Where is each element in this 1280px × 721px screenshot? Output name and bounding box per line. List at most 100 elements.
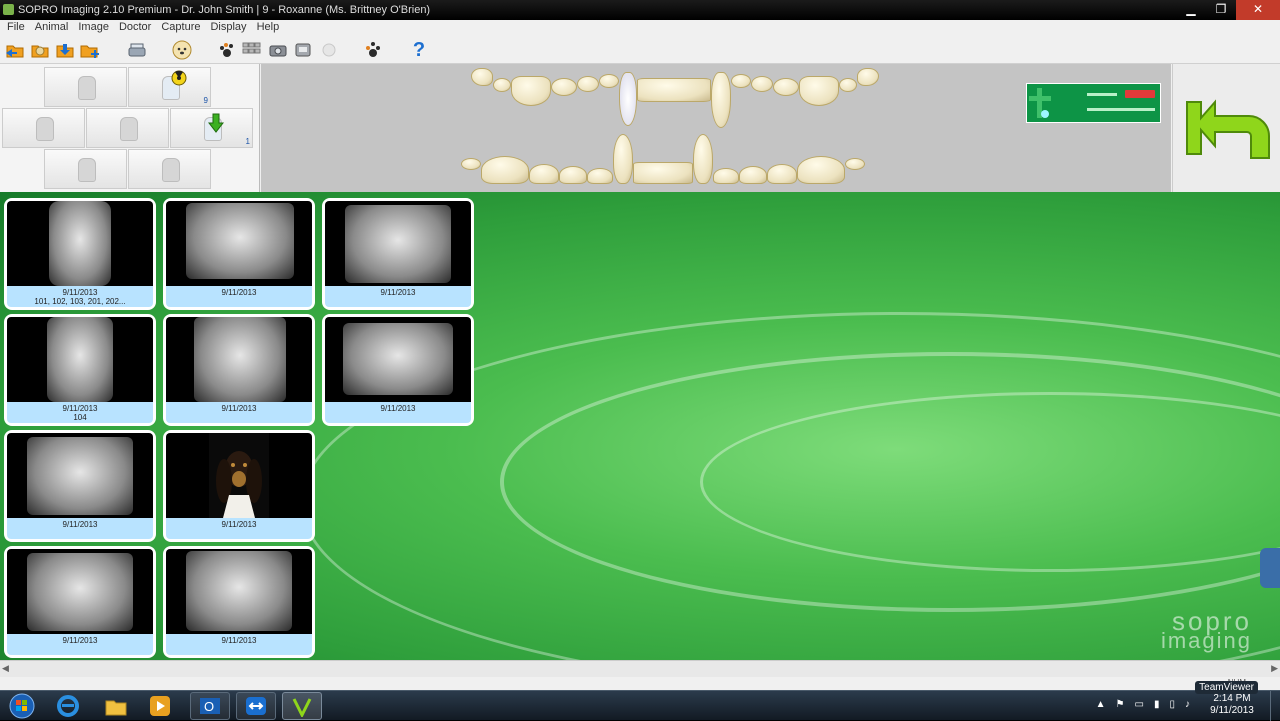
- tooth-upper[interactable]: [493, 78, 511, 92]
- tooth-icon: [162, 158, 180, 182]
- camera-icon[interactable]: [267, 39, 289, 61]
- taskbar-clock[interactable]: 2:14 PM 9/11/2013: [1202, 693, 1262, 717]
- back-arrow-icon[interactable]: [1181, 92, 1275, 162]
- xray-thumbnail[interactable]: 9/11/2013: [322, 198, 474, 310]
- capture-left-button[interactable]: [2, 108, 85, 148]
- sensor-status-widget[interactable]: [1026, 83, 1161, 123]
- horizontal-scrollbar[interactable]: ◀ ▶: [0, 660, 1280, 677]
- folder-import-icon[interactable]: [54, 39, 76, 61]
- tooth-upper[interactable]: [599, 74, 619, 88]
- capture-download-button[interactable]: 1: [170, 108, 253, 148]
- tooth-lower[interactable]: [587, 168, 613, 184]
- xray-thumbnail[interactable]: 9/11/2013 104: [4, 314, 156, 426]
- folder-settings-icon[interactable]: [29, 39, 51, 61]
- tooth-lower[interactable]: [713, 168, 739, 184]
- tooth-icon: [78, 158, 96, 182]
- capture-middle-button[interactable]: [86, 108, 169, 148]
- xray-thumbnail[interactable]: 9/11/2013: [163, 314, 315, 426]
- tray-expand-icon[interactable]: ▲: [1096, 699, 1106, 710]
- xray-thumbnail[interactable]: 9/11/2013: [4, 546, 156, 658]
- file-explorer-icon[interactable]: [96, 692, 136, 720]
- tooth-lower[interactable]: [529, 164, 559, 184]
- menu-doctor[interactable]: Doctor: [114, 20, 156, 36]
- menu-help[interactable]: Help: [252, 20, 285, 36]
- tooth-upper[interactable]: [511, 76, 551, 106]
- grid-view-icon[interactable]: [241, 39, 263, 61]
- capture-lower-button[interactable]: [44, 149, 127, 189]
- restore-button[interactable]: ❐: [1206, 0, 1236, 20]
- tooth-upper[interactable]: [731, 74, 751, 88]
- tooth-lower[interactable]: [559, 166, 587, 184]
- minimize-button[interactable]: ▁: [1176, 0, 1206, 20]
- side-dock-tab[interactable]: [1260, 548, 1280, 588]
- capture-upper-button[interactable]: [44, 67, 127, 107]
- tooth-upper-canine[interactable]: [711, 72, 731, 128]
- folder-open-icon[interactable]: [4, 39, 26, 61]
- brand-logo: sopro imaging: [1160, 606, 1252, 653]
- close-button[interactable]: ✕: [1236, 0, 1280, 20]
- flash-icon[interactable]: [318, 39, 340, 61]
- acquire-icon[interactable]: [292, 39, 314, 61]
- xray-image: [166, 549, 312, 634]
- tooth-upper[interactable]: [577, 76, 599, 92]
- paw-settings-icon[interactable]: [363, 39, 385, 61]
- scroll-left-icon[interactable]: ◀: [2, 663, 9, 674]
- xray-image: [325, 201, 471, 286]
- xray-thumbnail[interactable]: 9/11/2013: [163, 546, 315, 658]
- network-icon[interactable]: ▮: [1154, 699, 1160, 710]
- tooth-icon: [36, 117, 54, 141]
- tooth-lower[interactable]: [845, 158, 865, 170]
- capture-xray-button[interactable]: 9: [128, 67, 211, 107]
- window-title: SOPRO Imaging 2.10 Premium - Dr. John Sm…: [18, 4, 431, 16]
- display-icon[interactable]: ▭: [1135, 699, 1144, 710]
- menu-image[interactable]: Image: [73, 20, 114, 36]
- xray-thumbnail[interactable]: 9/11/2013: [4, 430, 156, 542]
- tooth-upper[interactable]: [773, 78, 799, 96]
- xray-thumbnail[interactable]: 9/11/2013 101, 102, 103, 201, 202...: [4, 198, 156, 310]
- capture-lower-right-button[interactable]: [128, 149, 211, 189]
- tooth-upper[interactable]: [857, 68, 879, 86]
- menu-animal[interactable]: Animal: [30, 20, 74, 36]
- tooth-upper[interactable]: [551, 78, 577, 96]
- tooth-upper[interactable]: [839, 78, 857, 92]
- start-orb-icon[interactable]: [2, 692, 42, 720]
- tooth-lower-canine[interactable]: [613, 134, 633, 184]
- tooth-lower[interactable]: [767, 164, 797, 184]
- xray-thumbnail[interactable]: 9/11/2013: [322, 314, 474, 426]
- tooth-lower-incisors[interactable]: [633, 162, 693, 184]
- tooth-upper-incisors[interactable]: [637, 78, 711, 102]
- menu-capture[interactable]: Capture: [156, 20, 205, 36]
- media-player-icon[interactable]: [140, 692, 180, 720]
- back-panel: [1172, 64, 1280, 192]
- title-bar: SOPRO Imaging 2.10 Premium - Dr. John Sm…: [0, 0, 1280, 20]
- battery-icon[interactable]: ▯: [1169, 699, 1175, 710]
- sopro-imaging-icon[interactable]: [282, 692, 322, 720]
- patient-photo-thumbnail[interactable]: 9/11/2013: [163, 430, 315, 542]
- action-center-flag-icon[interactable]: ⚑: [1116, 699, 1125, 710]
- menu-display[interactable]: Display: [205, 20, 251, 36]
- tooth-upper[interactable]: [799, 76, 839, 106]
- xray-thumbnail[interactable]: 9/11/2013: [163, 198, 315, 310]
- tooth-lower-canine[interactable]: [693, 134, 713, 184]
- tooth-lower[interactable]: [797, 156, 845, 184]
- scroll-right-icon[interactable]: ▶: [1271, 663, 1278, 674]
- teamviewer-icon[interactable]: [236, 692, 276, 720]
- xray-image: [7, 433, 153, 518]
- scanner-icon[interactable]: [126, 39, 148, 61]
- show-desktop-button[interactable]: [1270, 691, 1280, 721]
- tooth-lower[interactable]: [461, 158, 481, 170]
- folder-add-icon[interactable]: [79, 39, 101, 61]
- tooth-lower[interactable]: [481, 156, 529, 184]
- tooth-upper[interactable]: [751, 76, 773, 92]
- tooth-lower[interactable]: [739, 166, 767, 184]
- tooth-upper[interactable]: [471, 68, 493, 86]
- help-icon[interactable]: ?: [408, 39, 430, 61]
- patient-photo: [166, 433, 312, 518]
- menu-file[interactable]: File: [2, 20, 30, 36]
- volume-icon[interactable]: ♪: [1185, 699, 1190, 710]
- outlook-icon[interactable]: O: [190, 692, 230, 720]
- tooth-upper-canine[interactable]: [619, 72, 637, 126]
- dog-face-icon[interactable]: [171, 39, 193, 61]
- internet-explorer-icon[interactable]: [48, 692, 88, 720]
- paw-print-icon[interactable]: [216, 39, 238, 61]
